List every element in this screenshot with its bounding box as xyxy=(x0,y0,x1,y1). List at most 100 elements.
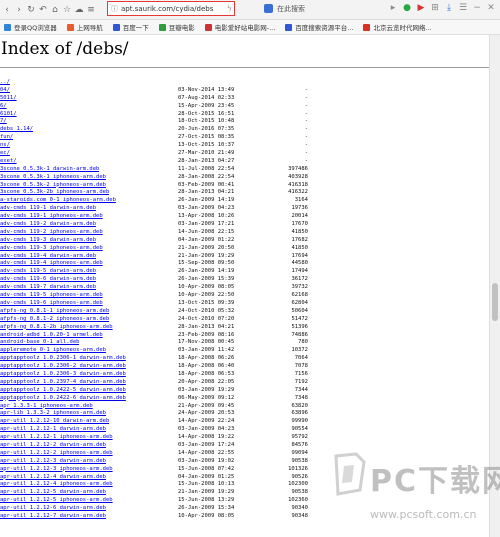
settings-icon[interactable]: ☰ xyxy=(458,3,468,13)
file-size: - xyxy=(304,134,308,141)
file-link[interactable]: apr-util 1.2.12-5 iphoneos-arm.deb xyxy=(0,497,113,505)
file-link[interactable]: apr-util 1.2.12-6 darwin-arm.deb xyxy=(0,505,106,513)
lightning-icon[interactable]: ϟ xyxy=(227,4,232,13)
file-link[interactable]: 04/ xyxy=(0,87,10,95)
file-link[interactable]: 3scone 0.5.3k-1 darwin-arm.deb xyxy=(0,166,99,174)
star-icon[interactable]: ☆ xyxy=(62,5,72,15)
table-row: 6101/28-Oct-2015 16:51 - xyxy=(0,111,490,119)
file-link[interactable]: apr-util 1.2.12-1 iphoneos-arm.deb xyxy=(0,434,113,442)
file-link[interactable]: apptapptoolz 1.0.2306-3 darwin-arm.deb xyxy=(0,371,126,379)
file-link[interactable]: adv-cmds 119-2 darwin-arm.deb xyxy=(0,221,96,229)
scrollbar[interactable] xyxy=(489,35,500,537)
download-icon[interactable]: ⤓ xyxy=(444,3,454,13)
bookmark-item[interactable]: 百度搜索资源平台... xyxy=(285,22,353,32)
file-date: 28-Jan-2013 04:21 xyxy=(178,323,235,330)
search-engine-icon[interactable] xyxy=(264,4,273,13)
file-link[interactable]: apptapptoolz 1.0.2422-5 darwin-arm.deb xyxy=(0,387,126,395)
security-icon[interactable]: ● xyxy=(402,3,412,13)
file-link[interactable]: exet/ xyxy=(0,158,17,166)
file-link[interactable]: adv-cmds 119-1 darwin-arm.deb xyxy=(0,205,96,213)
file-link[interactable]: 3scone 0.5.3k-2 iphoneos-arm.deb xyxy=(0,182,106,190)
table-row: 7/18-Oct-2015 10:48 - xyxy=(0,118,490,126)
file-link[interactable]: adv-cmds 119-5 iphoneos-arm.deb xyxy=(0,292,103,300)
file-link[interactable]: adv-cmds 119-4 iphoneos-arm.deb xyxy=(0,260,103,268)
file-link[interactable]: afpfs-ng 0.8.1-2b iphoneos-arm.deb xyxy=(0,324,113,332)
file-link[interactable]: apr-util 1.2.12-3 darwin-arm.deb xyxy=(0,458,106,466)
undo-close-icon[interactable]: ↶ xyxy=(38,5,48,15)
file-link[interactable]: appleremote 0-1 iphoneos-arm.deb xyxy=(0,347,106,355)
file-link[interactable]: adv-cmds 119-3 darwin-arm.deb xyxy=(0,237,96,245)
cloud-icon[interactable]: ☁ xyxy=(74,5,84,15)
file-date: 28-Jan-2013 04:27 xyxy=(178,157,235,164)
file-link[interactable]: apr-util 1.2.12-7 darwin-arm.deb xyxy=(0,513,106,521)
bookmark-item[interactable]: 北京云览时代网络... xyxy=(363,22,432,32)
bookmark-item[interactable]: 豆瓣电影 xyxy=(158,22,195,32)
file-link[interactable]: fun/ xyxy=(0,134,13,142)
file-link[interactable]: apr-util 1.2.12-10 darwin-arm.deb xyxy=(0,418,109,426)
address-bar[interactable]: ⓘ apt.saurik.com/cydia/debs ϟ xyxy=(107,1,235,16)
file-link[interactable]: adv-cmds 119-5 darwin-arm.deb xyxy=(0,268,96,276)
menu-icon[interactable]: ≡ xyxy=(86,5,96,15)
bookmark-item[interactable]: 上网导航 xyxy=(66,22,103,32)
file-link[interactable]: adv-cmds 119-1 iphoneos-arm.deb xyxy=(0,213,103,221)
file-link[interactable]: 7/ xyxy=(0,118,7,126)
file-link[interactable]: afpfs-ng 0.8.1-1 iphoneos-arm.deb xyxy=(0,308,109,316)
file-link[interactable]: ns/ xyxy=(0,142,10,150)
bookmark-item[interactable]: 电影爱好站电影网-... xyxy=(204,22,276,32)
file-link[interactable]: apr-util 1.2.12-2 iphoneos-arm.deb xyxy=(0,450,113,458)
file-link[interactable]: adv-cmds 119-4 darwin-arm.deb xyxy=(0,253,96,261)
bookmark-item[interactable]: 登录QQ浏览器 xyxy=(4,22,57,32)
file-link[interactable]: apr-util 1.2.12-3 iphoneos-arm.deb xyxy=(0,466,113,474)
minimize-icon[interactable]: − xyxy=(472,3,482,13)
file-link[interactable]: afpfs-ng 0.8.1-2 iphoneos-arm.deb xyxy=(0,316,109,324)
home-icon[interactable]: ⌂ xyxy=(50,5,60,15)
file-date: 03-Jan-2009 19:02 xyxy=(178,457,235,464)
file-link[interactable]: adv-cmds 119-2 iphoneos-arm.deb xyxy=(0,229,103,237)
file-link[interactable]: apptapptoolz 1.0.2306-1 darwin-arm.deb xyxy=(0,355,126,363)
file-link[interactable]: a-staroids.com 0-1 iphoneos-arm.deb xyxy=(0,197,116,205)
file-size: 403928 xyxy=(288,173,308,180)
file-date: 24-Oct-2010 05:32 xyxy=(178,307,235,314)
file-link[interactable]: ec/ xyxy=(0,150,10,158)
bookmark-item[interactable]: 百度一下 xyxy=(112,22,149,32)
file-link[interactable]: 6/ xyxy=(0,103,7,111)
file-link[interactable]: 3scone 0.5.3k-1 iphoneos-arm.deb xyxy=(0,174,106,182)
video-icon[interactable]: ▶ xyxy=(416,3,426,13)
file-link[interactable]: apr-util 1.2.12-1 darwin-arm.deb xyxy=(0,426,106,434)
file-link[interactable]: android-adbd 1.0.20-1 armel.deb xyxy=(0,332,103,340)
file-link[interactable]: adv-cmds 119-7 darwin-arm.deb xyxy=(0,284,96,292)
page-info-icon[interactable]: ⓘ xyxy=(111,4,118,14)
file-link[interactable]: 6101/ xyxy=(0,111,17,119)
file-link[interactable]: apptapptoolz 1.0.2422-6 darwin-arm.deb xyxy=(0,395,126,403)
bookmark-label: 电影爱好站电影网-... xyxy=(214,24,276,32)
file-link[interactable]: apr-util 1.2.12-5 darwin-arm.deb xyxy=(0,489,106,497)
file-link[interactable]: debs 1.14/ xyxy=(0,126,33,134)
search-box[interactable]: 在此搜索 xyxy=(262,2,382,15)
extension-icon[interactable]: ▸ xyxy=(388,3,398,13)
scroll-thumb[interactable] xyxy=(492,283,498,321)
file-link[interactable]: ../ xyxy=(0,79,10,87)
file-link[interactable]: adv-cmds 119-3 iphoneos-arm.deb xyxy=(0,245,103,253)
close-icon[interactable]: ✕ xyxy=(486,3,496,13)
file-link[interactable]: apr-util 1.2.12-4 darwin-arm.deb xyxy=(0,474,106,482)
baidu-icon xyxy=(112,23,120,31)
file-link[interactable]: 3scone 0.5.3k-2b iphoneos-arm.deb xyxy=(0,189,109,197)
file-size: 7078 xyxy=(294,363,308,370)
file-link[interactable]: android-base 0-1 all.deb xyxy=(0,339,79,347)
file-link[interactable]: 5011/ xyxy=(0,95,17,103)
file-link[interactable]: adv-cmds 119-6 iphoneos-arm.deb xyxy=(0,300,103,308)
file-link[interactable]: apptapptoolz 1.0.2306-2 darwin-arm.deb xyxy=(0,363,126,371)
file-date: 27-Oct-2015 08:35 xyxy=(178,134,235,141)
file-link[interactable]: apr-util 1.2.12-2 darwin-arm.deb xyxy=(0,442,106,450)
file-link[interactable]: apr 1.3.3-1 iphoneos-arm.deb xyxy=(0,403,93,411)
file-date: 03-Jan-2009 17:24 xyxy=(178,441,235,448)
file-link[interactable]: apr-util 1.2.12-4 iphoneos-arm.deb xyxy=(0,481,113,489)
forward-icon[interactable]: › xyxy=(14,5,24,15)
file-date: 11-Jul-2008 22:54 xyxy=(178,165,235,172)
back-icon[interactable]: ‹ xyxy=(2,5,12,15)
grid-icon[interactable]: ⊞ xyxy=(430,3,440,13)
file-link[interactable]: apptapptoolz 1.0.2397-4 darwin-arm.deb xyxy=(0,379,126,387)
file-link[interactable]: apr-lib 1.3.3-2 iphoneos-arm.deb xyxy=(0,410,106,418)
file-link[interactable]: adv-cmds 119-6 darwin-arm.deb xyxy=(0,276,96,284)
refresh-icon[interactable]: ↻ xyxy=(26,5,36,15)
